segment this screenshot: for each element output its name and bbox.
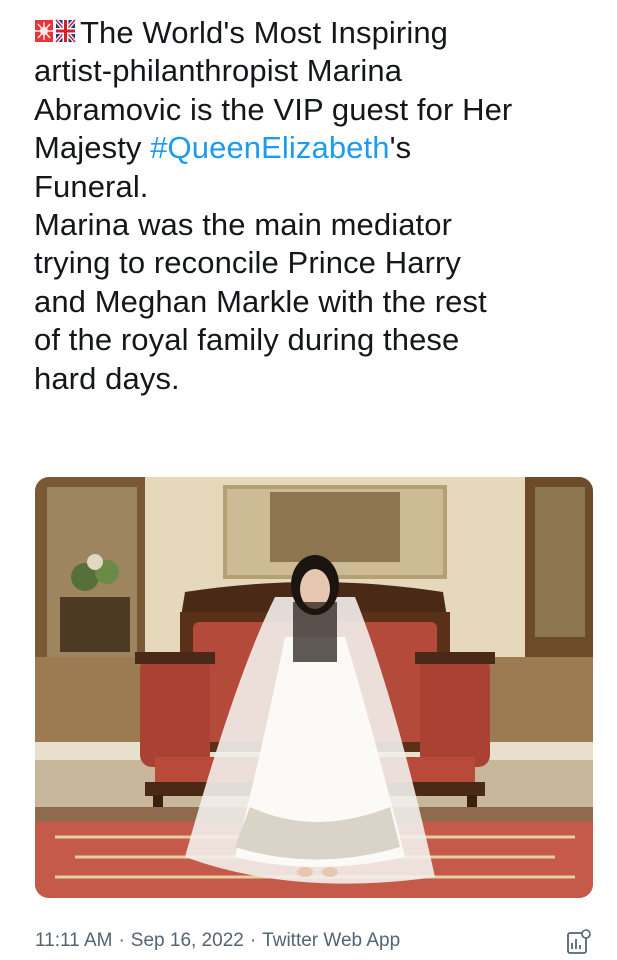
japan-flag-icon [34,17,77,47]
tweet-line-9: of the royal family during these [34,322,460,358]
analytics-icon[interactable] [566,929,592,955]
tweet-line-4-prefix: Majesty [34,130,151,166]
separator: · [249,930,257,951]
tweet-line-4-suffix: 's [389,130,412,166]
tweet-line-8: and Meghan Markle with the rest [34,283,487,319]
source-label[interactable]: Twitter Web App [262,930,400,951]
hashtag-link[interactable]: #QueenElizabeth [150,130,389,165]
tweet-photo[interactable] [35,477,593,898]
tweet-line-7: trying to reconcile Prince Harry [34,245,462,281]
tweet-line-1: The World's Most Inspiring [80,15,449,50]
tweet-text: The World's Most Inspiring artist-philan… [34,14,594,398]
tweet-line-6: Marina was the main mediator [34,207,453,243]
photo-woman-on-sofa [35,477,593,898]
separator: · [118,930,125,951]
timestamp-time[interactable]: 11:11 AM [35,930,112,951]
tweet-line-2: artist-philanthropist Marina [34,53,403,89]
tweet-line-10: hard days. [34,360,180,396]
tweet-metadata: 11:11 AM · Sep 16, 2022 · Twitter Web App [35,930,400,952]
timestamp-date[interactable]: Sep 16, 2022 [131,930,244,951]
tweet-line-3: Abramovic is the VIP guest for Her [34,91,513,127]
tweet-line-5: Funeral. [34,168,149,204]
